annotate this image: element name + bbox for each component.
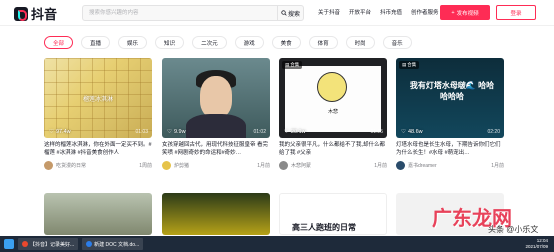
document-icon bbox=[86, 241, 93, 247]
video-thumbnail[interactable]: 高三人跑班的日常 bbox=[279, 193, 387, 235]
author-name[interactable]: 嘉书dreamer bbox=[408, 162, 437, 169]
search-button-label: 搜索 bbox=[287, 11, 300, 18]
author-name[interactable]: 炉剪猪 bbox=[174, 162, 189, 169]
brand-name: 抖音 bbox=[31, 7, 58, 22]
post-time: 1周前 bbox=[139, 163, 152, 169]
video-thumbnail[interactable]: 木悲 ▤ 合集 ♡ 20.1w 01:25 bbox=[279, 58, 387, 138]
tab-all[interactable]: 全部 bbox=[44, 36, 74, 49]
video-card[interactable]: 我有灯塔水母啵🌊 哈哈哈哈哈 ▤ 合集 ♡ 48.6w 02:20 灯塔水母也是长生… bbox=[396, 58, 504, 170]
brand-logo[interactable]: 抖音 bbox=[14, 4, 57, 23]
video-thumbnail[interactable] bbox=[44, 193, 152, 235]
video-duration: 02:20 bbox=[487, 129, 500, 135]
video-title[interactable]: 女孩穿越回古代，用现代科技征服皇帝 看完笑喷 #网剧奇妙的命运和#奇妙… bbox=[162, 141, 270, 157]
taskbar-app-browser[interactable]: 【抖音】记录美好... bbox=[18, 238, 79, 250]
collection-badge: ▤ 合集 bbox=[282, 61, 303, 69]
heart-icon: ♡ bbox=[401, 129, 406, 135]
video-duration: 01:02 bbox=[253, 129, 266, 135]
search-icon bbox=[281, 10, 287, 16]
watermark-sub: 头条 @小乐文 bbox=[488, 225, 539, 234]
tab-knowledge[interactable]: 知识 bbox=[155, 36, 185, 49]
login-button[interactable]: 登录 bbox=[496, 5, 536, 20]
author-name[interactable]: 木悲阿蒙 bbox=[291, 162, 311, 169]
like-count: ♡ 97.4w bbox=[49, 129, 71, 135]
post-time: 1月前 bbox=[257, 163, 270, 169]
nav-link-recharge[interactable]: 抖币充值 bbox=[380, 8, 402, 16]
douyin-logo-icon bbox=[14, 6, 28, 21]
post-time: 1月前 bbox=[491, 163, 504, 169]
os-taskbar: 【抖音】记录美好... 新建 DOC 文档.do... 12:04 2021/0… bbox=[0, 236, 554, 252]
top-header: 抖音 搜索 关于抖音 开放平台 抖币充值 创作者服务 + 发布视频 登录 bbox=[0, 0, 554, 26]
video-thumbnail[interactable]: ♡ 9.9w 01:02 bbox=[162, 58, 270, 138]
plus-icon: + bbox=[451, 9, 455, 16]
avatar[interactable] bbox=[279, 161, 288, 170]
top-nav: 关于抖音 开放平台 抖币充值 创作者服务 bbox=[318, 8, 439, 16]
video-meta: 吃货漫的日常 1周前 bbox=[44, 161, 152, 170]
video-meta: 炉剪猪 1月前 bbox=[162, 161, 270, 170]
tab-entertainment[interactable]: 娱乐 bbox=[118, 36, 148, 49]
video-thumbnail[interactable]: 我有灯塔水母啵🌊 哈哈哈哈哈 ▤ 合集 ♡ 48.6w 02:20 bbox=[396, 58, 504, 138]
thumbnail-caption: 高三人跑班的日常 bbox=[292, 223, 356, 232]
browser-icon bbox=[22, 241, 28, 247]
collection-icon: ▤ bbox=[285, 62, 290, 67]
like-count: ♡ 20.1w bbox=[284, 129, 306, 135]
video-thumbnail[interactable] bbox=[162, 193, 270, 235]
video-title[interactable]: 我的父亲很平凡，什么都给不了我,却什么都给了我 #父亲 bbox=[279, 141, 387, 157]
avatar[interactable] bbox=[396, 161, 405, 170]
thumbnail-caption: 我有灯塔水母啵🌊 哈哈哈哈哈 bbox=[409, 81, 495, 101]
like-count: ♡ 48.6w bbox=[401, 129, 423, 135]
video-duration: 01:03 bbox=[135, 129, 148, 135]
video-title[interactable]: 这样的榴莲冰淇淋，你在外面一定买不到。#榴莲 #冰淇淋 #抖音美食创作人 bbox=[44, 141, 152, 157]
collection-badge: ▤ 合集 bbox=[399, 61, 420, 69]
meme-face bbox=[317, 72, 347, 102]
taskbar-app-document[interactable]: 新建 DOC 文档.do... bbox=[82, 238, 144, 250]
tab-fashion[interactable]: 时尚 bbox=[345, 36, 375, 49]
avatar[interactable] bbox=[44, 161, 53, 170]
nav-link-about[interactable]: 关于抖音 bbox=[318, 8, 340, 16]
video-card[interactable]: 榴莲冰淇淋 ♡ 97.4w 01:03 这样的榴莲冰淇淋，你在外面一定买不到。#榴… bbox=[44, 58, 152, 170]
category-tabs: 全部 直播 娱乐 知识 二次元 游戏 美食 体育 时尚 音乐 bbox=[44, 36, 412, 49]
post-time: 1月前 bbox=[374, 163, 387, 169]
heart-icon: ♡ bbox=[49, 129, 54, 135]
like-count: ♡ 9.9w bbox=[167, 129, 186, 135]
author-name[interactable]: 吃货漫的日常 bbox=[56, 162, 86, 169]
video-thumbnail[interactable]: 榴莲冰淇淋 ♡ 97.4w 01:03 bbox=[44, 58, 152, 138]
nav-link-creator-service[interactable]: 创作者服务 bbox=[411, 8, 439, 16]
search-bar: 搜索 bbox=[82, 5, 304, 21]
upload-label: 发布视频 bbox=[456, 10, 479, 17]
tab-sports[interactable]: 体育 bbox=[308, 36, 338, 49]
start-icon[interactable] bbox=[4, 239, 14, 249]
video-card[interactable]: 木悲 ▤ 合集 ♡ 20.1w 01:25 我的父亲很平凡，什么都给不了我,却什么都… bbox=[279, 58, 387, 170]
collection-icon: ▤ bbox=[402, 62, 407, 67]
avatar[interactable] bbox=[162, 161, 171, 170]
tab-games[interactable]: 游戏 bbox=[234, 36, 264, 49]
thumbnail-caption: 榴莲冰淇淋 bbox=[82, 97, 113, 103]
search-input[interactable] bbox=[83, 6, 277, 20]
tab-live[interactable]: 直播 bbox=[81, 36, 111, 49]
video-meta: 嘉书dreamer 1月前 bbox=[396, 161, 504, 170]
heart-icon: ♡ bbox=[284, 129, 289, 135]
tab-food[interactable]: 美食 bbox=[271, 36, 301, 49]
tab-anime[interactable]: 二次元 bbox=[192, 36, 227, 49]
upload-video-button[interactable]: + 发布视频 bbox=[440, 5, 490, 20]
tab-music[interactable]: 音乐 bbox=[382, 36, 412, 49]
system-clock[interactable]: 12:04 2021/07/09 bbox=[525, 238, 548, 250]
heart-icon: ♡ bbox=[167, 129, 172, 135]
video-meta: 木悲阿蒙 1月前 bbox=[279, 161, 387, 170]
video-title[interactable]: 灯塔水母也是长生水母，下期告诉你们它们为什么长生！#水母 #萌宠出… bbox=[396, 141, 504, 157]
video-card[interactable]: ♡ 9.9w 01:02 女孩穿越回古代，用现代科技征服皇帝 看完笑喷 #网剧奇妙… bbox=[162, 58, 270, 170]
video-duration: 01:25 bbox=[370, 129, 383, 135]
search-button[interactable]: 搜索 bbox=[277, 6, 303, 20]
thumbnail-caption: 木悲 bbox=[327, 109, 338, 115]
nav-link-open-platform[interactable]: 开放平台 bbox=[349, 8, 371, 16]
